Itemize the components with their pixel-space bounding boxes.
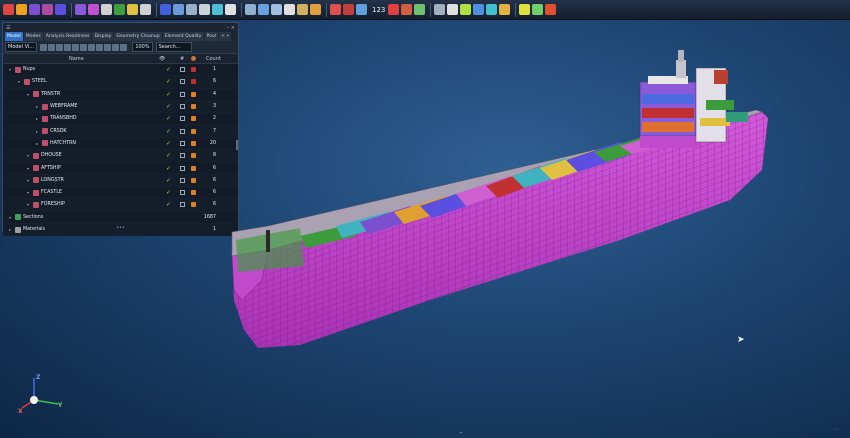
mouse-cursor-icon: ➤: [737, 335, 745, 345]
ship-model-viewport[interactable]: [0, 0, 850, 438]
foremast: [266, 230, 270, 252]
z-axis-label: Z: [36, 374, 41, 381]
axis-triad: Z Y X: [18, 372, 66, 416]
y-axis-label: Y: [58, 402, 63, 409]
bottom-toolbar-handle[interactable]: ∼: [454, 430, 468, 436]
resize-grip-icon[interactable]: ⋯: [832, 426, 838, 433]
x-axis-label: X: [18, 408, 23, 415]
